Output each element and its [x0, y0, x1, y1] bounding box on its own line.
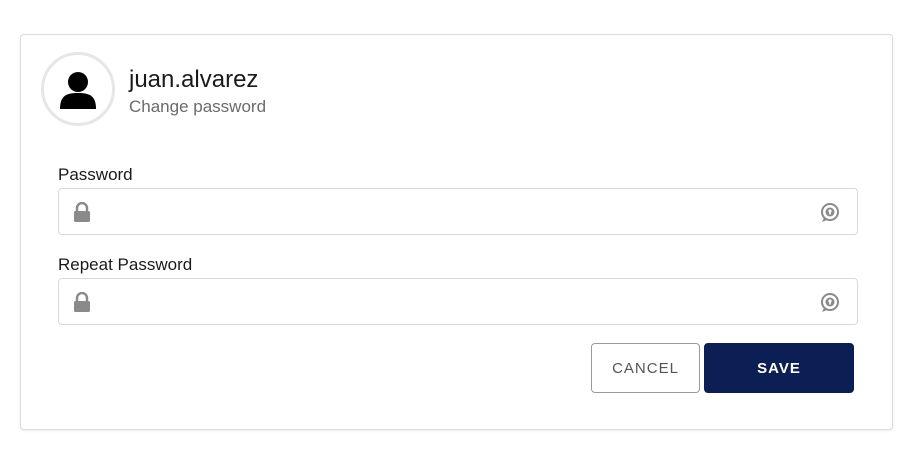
avatar — [41, 52, 115, 126]
change-password-card: juan.alvarez Change password Password Re… — [20, 34, 893, 430]
reveal-password-icon[interactable] — [819, 201, 841, 223]
cancel-button[interactable]: CANCEL — [591, 343, 700, 393]
password-field-container — [58, 188, 858, 235]
page-subtitle: Change password — [129, 97, 267, 116]
reveal-password-icon[interactable] — [819, 291, 841, 313]
save-button[interactable]: SAVE — [704, 343, 854, 393]
repeat-password-input[interactable] — [103, 279, 803, 324]
lock-icon — [74, 202, 90, 222]
password-input[interactable] — [103, 189, 803, 234]
password-label: Password — [58, 165, 133, 184]
username: juan.alvarez — [129, 66, 259, 93]
repeat-password-label: Repeat Password — [58, 255, 193, 274]
lock-icon — [74, 292, 90, 312]
user-icon — [60, 72, 96, 109]
repeat-password-field-container — [58, 278, 858, 325]
